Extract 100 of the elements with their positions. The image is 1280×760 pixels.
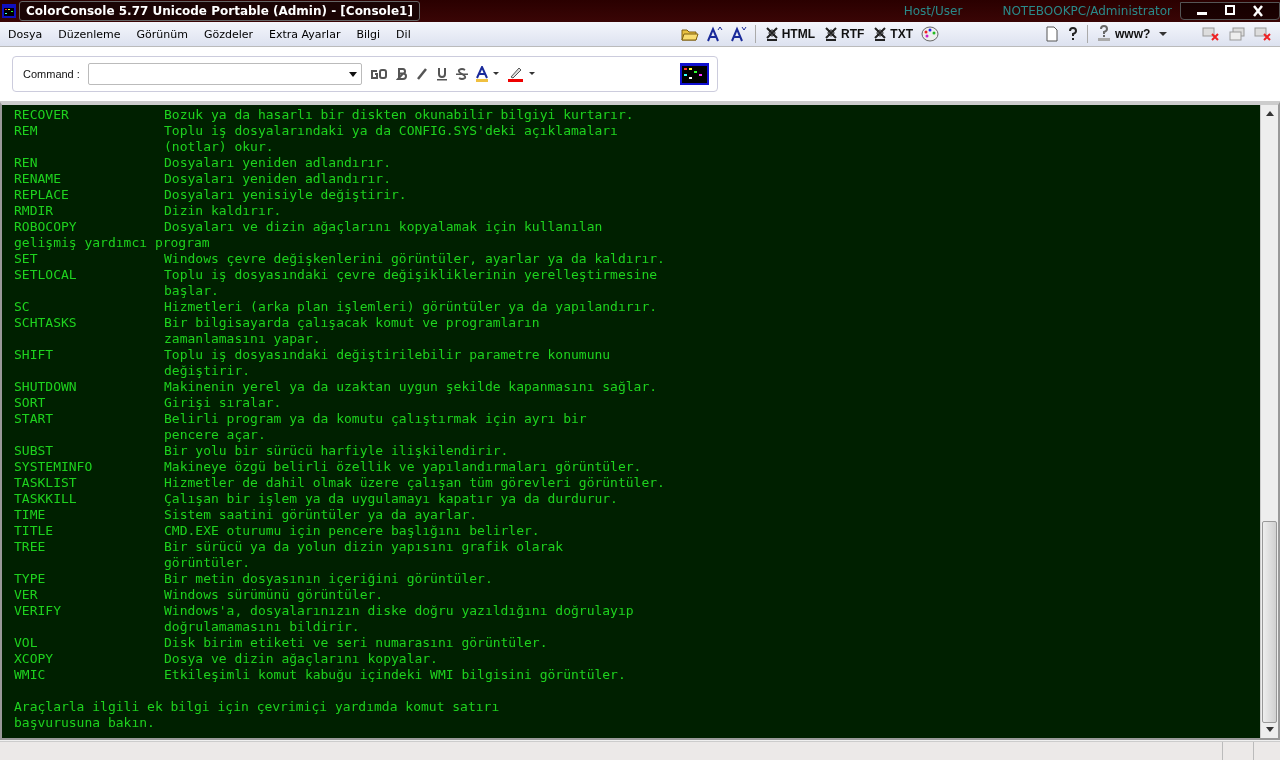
command-name: SCHTASKS xyxy=(14,315,78,331)
command-description: Sistem saatini görüntüler ya da ayarlar. xyxy=(164,507,478,523)
command-description: Dosyaları yenisiyle değiştirir. xyxy=(164,187,407,203)
command-name: TASKKILL xyxy=(14,491,78,507)
caret-icon[interactable] xyxy=(1158,31,1169,37)
command-name: RENAME xyxy=(14,171,62,187)
close-window-icon[interactable] xyxy=(1202,26,1221,42)
command-name: SET xyxy=(14,251,39,267)
command-description: değiştirir. xyxy=(164,363,251,379)
command-name: ROBOCOPY xyxy=(14,219,78,235)
export-icon xyxy=(823,26,840,42)
command-description: Toplu iş dosyasındaki çevre değişikliklerinin yerelleştirmesine xyxy=(164,267,658,283)
app-icon xyxy=(2,4,16,18)
command-description: (notlar) okur. xyxy=(164,139,274,155)
command-description: Hizmetleri (arka plan işlemleri) görüntüler ya da yapılandırır. xyxy=(164,299,658,315)
command-description: Disk birim etiketi ve seri numarasını görüntüler. xyxy=(164,635,548,651)
command-description: CMD.EXE oturumu için pencere başlığını belirler. xyxy=(164,523,540,539)
web-help-icon xyxy=(1096,25,1113,43)
scroll-up-icon[interactable] xyxy=(1265,111,1274,116)
close-all-icon[interactable] xyxy=(1254,26,1273,42)
command-name: SHUTDOWN xyxy=(14,379,78,395)
command-name: SHIFT xyxy=(14,347,55,363)
close-icon[interactable] xyxy=(1251,5,1265,17)
vertical-scrollbar[interactable] xyxy=(1260,105,1278,738)
menu-item[interactable]: Görünüm xyxy=(128,27,196,41)
window-title: ColorConsole 5.77 Unicode Portable (Admin) - [Console1] xyxy=(19,1,420,21)
command-name: VER xyxy=(14,587,39,603)
export-button[interactable]: HTML xyxy=(763,26,816,42)
command-description: Windows sürümünü görüntüler. xyxy=(164,587,384,603)
export-button[interactable]: RTF xyxy=(823,26,865,42)
command-description: Bir yolu bir sürücü harfiyle ilişkilendirir. xyxy=(164,443,509,459)
command-description: Çalışan bir işlem ya da uygulamayı kapatır ya da durdurur. xyxy=(164,491,618,507)
command-description: Hizmetler de dahil olmak üzere çalışan tüm görevleri görüntüler. xyxy=(164,475,665,491)
highlight-color-icon[interactable] xyxy=(507,66,536,82)
command-name: VOL xyxy=(14,635,39,651)
font-larger-icon[interactable] xyxy=(706,26,723,42)
host-label: Host/User xyxy=(903,4,963,18)
command-field[interactable] xyxy=(87,63,362,85)
command-description: Toplu iş dosyasındaki değiştirilebilir parametre konumunu xyxy=(164,347,611,363)
command-description: Dosyaları yeniden adlandırır. xyxy=(164,171,391,187)
scroll-down-icon[interactable] xyxy=(1265,727,1274,732)
caret-icon[interactable] xyxy=(348,71,357,77)
folder-icon[interactable] xyxy=(680,26,699,42)
command-description: Bir bilgisayarda çalışacak komut ve programların xyxy=(164,315,540,331)
command-description: Bozuk ya da hasarlı bir diskten okunabilir bilgiyi kurtarır. xyxy=(164,107,634,123)
command-description: Makineye özgü belirli özellik ve yapılandırmaları görüntüler. xyxy=(164,459,642,475)
command-name: XCOPY xyxy=(14,651,55,667)
host-value: NOTEBOOKPC/Administrator xyxy=(1002,4,1172,18)
command-description: Dizin kaldırır. xyxy=(164,203,282,219)
command-description: Dosyaları yeniden adlandırır. xyxy=(164,155,391,171)
command-name: START xyxy=(14,411,55,427)
command-name: RMDIR xyxy=(14,203,55,219)
console-text: başvurusuna bakın. xyxy=(14,715,155,731)
command-description: Bir metin dosyasının içeriğini görüntüler. xyxy=(164,571,493,587)
command-name: RECOVER xyxy=(14,107,70,123)
command-name: REM xyxy=(14,123,39,139)
menu-item[interactable]: Extra Ayarlar xyxy=(261,27,349,41)
web-help-button[interactable]: www? xyxy=(1096,25,1151,43)
menu-item[interactable]: Gözdeler xyxy=(195,27,261,41)
palette-icon[interactable] xyxy=(921,25,940,43)
command-description: doğrulamamasını bildirir. xyxy=(164,619,360,635)
console-text: gelişmiş yardımcı program xyxy=(14,235,210,251)
command-description: Bir sürücü ya da yolun dizin yapısını grafik olarak xyxy=(164,539,564,555)
strikethrough-icon[interactable] xyxy=(455,68,468,80)
command-description: başlar. xyxy=(164,283,219,299)
font-color-icon[interactable] xyxy=(475,66,500,82)
help-icon[interactable] xyxy=(1067,26,1080,42)
command-name: SYSTEMINFO xyxy=(14,459,94,475)
document-icon[interactable] xyxy=(1045,26,1060,42)
command-name: REPLACE xyxy=(14,187,70,203)
export-icon xyxy=(872,26,889,42)
command-description: pencere açar. xyxy=(164,427,266,443)
command-name: TITLE xyxy=(14,523,55,539)
command-name: SC xyxy=(14,299,31,315)
command-description: Windows çevre değişkenlerini görüntüler, ayarlar ya da kaldırır. xyxy=(164,251,665,267)
font-smaller-icon[interactable] xyxy=(730,26,747,42)
menu-item[interactable]: Bilgi xyxy=(348,27,389,41)
command-name: VERIFY xyxy=(14,603,62,619)
command-name: WMIC xyxy=(14,667,47,683)
command-description: Belirli program ya da komutu çalıştırmak için ayrı bir xyxy=(164,411,587,427)
command-description: Dosya ve dizin ağaçlarını kopyalar. xyxy=(164,651,438,667)
command-name: TIME xyxy=(14,507,47,523)
command-description: Girişi sıralar. xyxy=(164,395,282,411)
menu-item[interactable]: Dil xyxy=(388,27,419,41)
maximize-icon[interactable] xyxy=(1223,5,1237,17)
go-icon[interactable] xyxy=(369,68,388,80)
underline-icon[interactable] xyxy=(435,67,448,81)
command-description: Etkileşimli komut kabuğu içindeki WMI bilgisini görüntüler. xyxy=(164,667,626,683)
command-name: REN xyxy=(14,155,39,171)
menu-item[interactable]: Düzenleme xyxy=(50,27,129,41)
command-name: TREE xyxy=(14,539,47,555)
export-button[interactable]: TXT xyxy=(872,26,914,42)
command-description: Makinenin yerel ya da uzaktan uygun şekilde kapanmasını sağlar. xyxy=(164,379,658,395)
menu-item[interactable]: Dosya xyxy=(0,27,51,41)
command-name: TYPE xyxy=(14,571,47,587)
export-icon xyxy=(763,26,780,42)
console-icon[interactable] xyxy=(680,63,709,85)
bold-icon[interactable] xyxy=(395,68,408,80)
italic-icon[interactable] xyxy=(415,68,428,80)
command-description: Windows'a, dosyalarınızın diske doğru yazıldığını doğrulayıp xyxy=(164,603,634,619)
